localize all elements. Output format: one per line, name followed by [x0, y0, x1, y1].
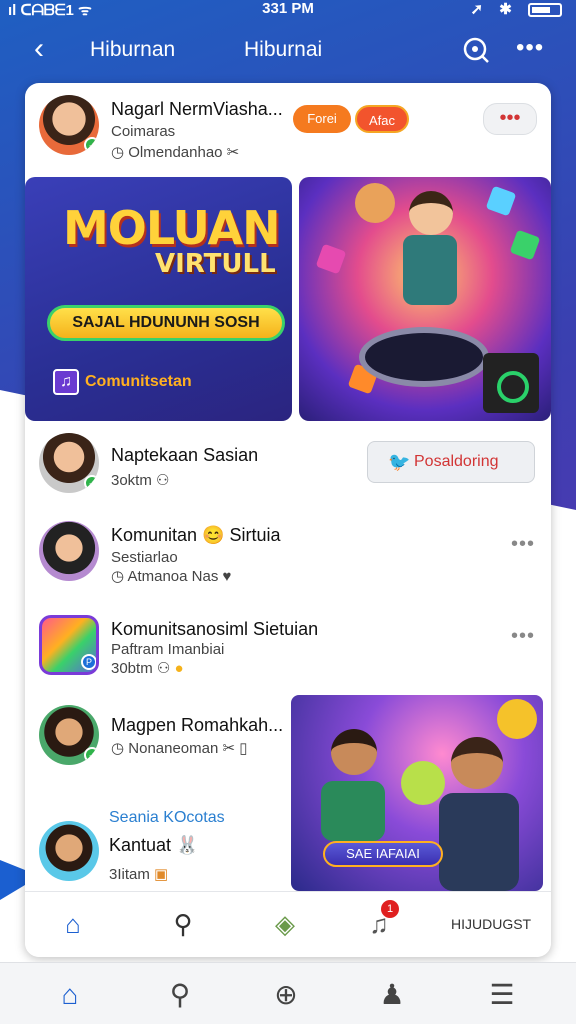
post-meta-text: Olmendanhao — [128, 144, 223, 161]
dancer-body-illustration — [403, 235, 457, 305]
home-icon[interactable]: ⌂ — [50, 975, 90, 1015]
row-meta: 30btm ⚇ ● — [111, 659, 184, 677]
post-subtitle: Coimaras — [111, 123, 176, 140]
row-subtitle: Paftram Imanbiai — [111, 641, 225, 658]
row-name[interactable]: Naptekaan Sasian — [111, 445, 258, 466]
row-name[interactable]: Magpen Romahkah... — [111, 715, 283, 736]
post-author-name[interactable]: Nagarl NermViasha... — [111, 99, 283, 120]
app-icon[interactable]: P — [39, 615, 99, 675]
mute-icon: ✂ ▯ — [218, 740, 248, 757]
cube-decoration — [485, 185, 517, 217]
row-name[interactable]: Kantuat 🐰 — [109, 835, 198, 856]
clock-icon: ◷ — [111, 740, 129, 757]
community-link[interactable]: Seania KOcotas — [109, 809, 225, 827]
row-subtitle: Sestiarlao — [111, 549, 178, 566]
singer-body-illustration — [321, 781, 385, 841]
battery-icon — [528, 3, 562, 18]
row-meta: ◷ Atmanoa Nas ♥ — [111, 567, 231, 585]
feed-card: ✓ Nagarl NermViasha... Coimaras ◷ Olmend… — [25, 83, 551, 957]
inner-tab-bar: ⌂ ⚲ ◈ ♫ 1 HIJUDUGST — [25, 891, 551, 957]
man-illustration — [451, 737, 503, 789]
follow-pill[interactable]: Forei — [293, 105, 351, 133]
location-bluetooth-icons: ➚ ✱ — [470, 1, 518, 18]
ball-illustration — [497, 699, 537, 739]
group-icon: ⚇ — [152, 660, 175, 677]
row-name[interactable]: Komunitan 😊 Sirtuia — [111, 525, 281, 546]
top-nav-bar: ‹ Hiburnan Hiburnai ••• — [0, 28, 576, 72]
badge-icon: P — [81, 654, 96, 670]
cube-decoration — [315, 243, 347, 275]
avatar[interactable] — [39, 821, 99, 881]
banner-cta-button[interactable]: SAJAL HDUNUNH SOSH — [47, 305, 285, 341]
verified-badge: ✓ — [84, 747, 99, 763]
row-meta-text: 3Iitam — [109, 866, 150, 883]
promo-banner-right[interactable] — [299, 177, 551, 421]
row-meta-text: Atmanoa Nas — [127, 568, 219, 585]
avatar[interactable]: ✓ — [39, 705, 99, 765]
search-icon[interactable]: ⚲ — [163, 904, 203, 944]
emoji-face-illustration — [355, 183, 395, 223]
plus-circle-icon[interactable]: ⊕ — [266, 975, 306, 1015]
avatar[interactable]: ✓ — [39, 433, 99, 493]
avatar[interactable]: ✓ — [39, 95, 99, 155]
banner-footer-text: Comunitsetan — [85, 373, 192, 391]
promo-banner-left[interactable]: MOLUAN VIRTULL SAJAL HDUNUNH SOSH ♫ Comun… — [25, 177, 292, 421]
post-meta: ◷ Olmendanhao ✂ — [111, 143, 239, 161]
cube-decoration — [509, 229, 541, 261]
search-icon[interactable] — [462, 36, 490, 64]
row-meta: 3oktm ⚇ — [111, 471, 169, 489]
status-bar: ıl ᑕᗩᗷᗴ1 ᯤ 331 PM ➚ ✱ — [0, 0, 576, 19]
row-name[interactable]: Komunitsanosiml Sietuian — [111, 619, 318, 640]
group-icon: ⚇ — [151, 472, 170, 489]
banner-subtitle: VIRTULL — [155, 249, 276, 279]
leaf-icon[interactable]: ◈ — [265, 904, 305, 944]
ad-pill[interactable]: Afac — [355, 105, 409, 133]
hamburger-icon[interactable]: ☰ — [482, 975, 522, 1015]
dj-turntable-illustration — [359, 327, 489, 387]
online-badge: ✓ — [84, 137, 99, 153]
karaoke-badge[interactable]: SAE IAFAIAI — [323, 841, 443, 867]
karaoke-image[interactable]: SAE IAFAIAI — [291, 695, 543, 891]
home-icon[interactable]: ⌂ — [53, 904, 93, 944]
person-icon[interactable]: ♟ — [372, 975, 412, 1015]
row-meta-text: Nonaneoman — [128, 740, 219, 757]
back-icon[interactable]: ‹ — [34, 32, 44, 66]
banner-title: MOLUAN — [63, 201, 281, 255]
gift-icon: ▣ — [149, 866, 169, 883]
notification-badge: 1 — [381, 900, 399, 918]
clock-icon: ◷ — [111, 568, 128, 585]
speaker-illustration — [483, 353, 539, 413]
avatar[interactable] — [39, 521, 99, 581]
share-label: Posaldoring — [414, 453, 499, 470]
bird-icon: 🐦 — [388, 452, 411, 472]
verified-badge: ✓ — [84, 475, 99, 491]
dancer-head-illustration — [409, 191, 453, 235]
status-icons: ➚ ✱ — [471, 0, 562, 18]
mute-icon: ✂ — [226, 144, 240, 161]
post-more-button[interactable]: ••• — [483, 103, 537, 135]
row-more-button[interactable]: ••• — [511, 625, 535, 648]
banner-footer: ♫ Comunitsetan — [53, 369, 192, 395]
nav-title-left[interactable]: Hiburnan — [90, 38, 175, 62]
row-meta: 3Iitam ▣ — [109, 865, 168, 883]
row-more-button[interactable]: ••• — [511, 533, 535, 556]
nav-title-right[interactable]: Hiburnai — [244, 38, 322, 62]
man-body-illustration — [439, 793, 519, 891]
coin-icon: ● — [174, 660, 184, 677]
row-meta-text: 30btm — [111, 660, 153, 677]
inner-tab-label[interactable]: HIJUDUGST — [451, 916, 531, 932]
mascot-illustration — [401, 761, 445, 805]
search-icon[interactable]: ⚲ — [160, 975, 200, 1015]
bottom-navigation: ⌂ ⚲ ⊕ ♟ ☰ — [0, 962, 576, 1024]
music-note-icon: ♫ — [53, 369, 79, 395]
row-meta: ◷ Nonaneoman ✂ ▯ — [111, 739, 248, 757]
row-meta-text: 3oktm — [111, 472, 152, 489]
share-button[interactable]: 🐦 Posaldoring — [367, 441, 535, 483]
heart-icon: ♥ — [218, 568, 232, 585]
singer-illustration — [331, 729, 377, 775]
more-options-icon[interactable]: ••• — [516, 34, 544, 62]
clock-icon: ◷ — [111, 144, 129, 161]
